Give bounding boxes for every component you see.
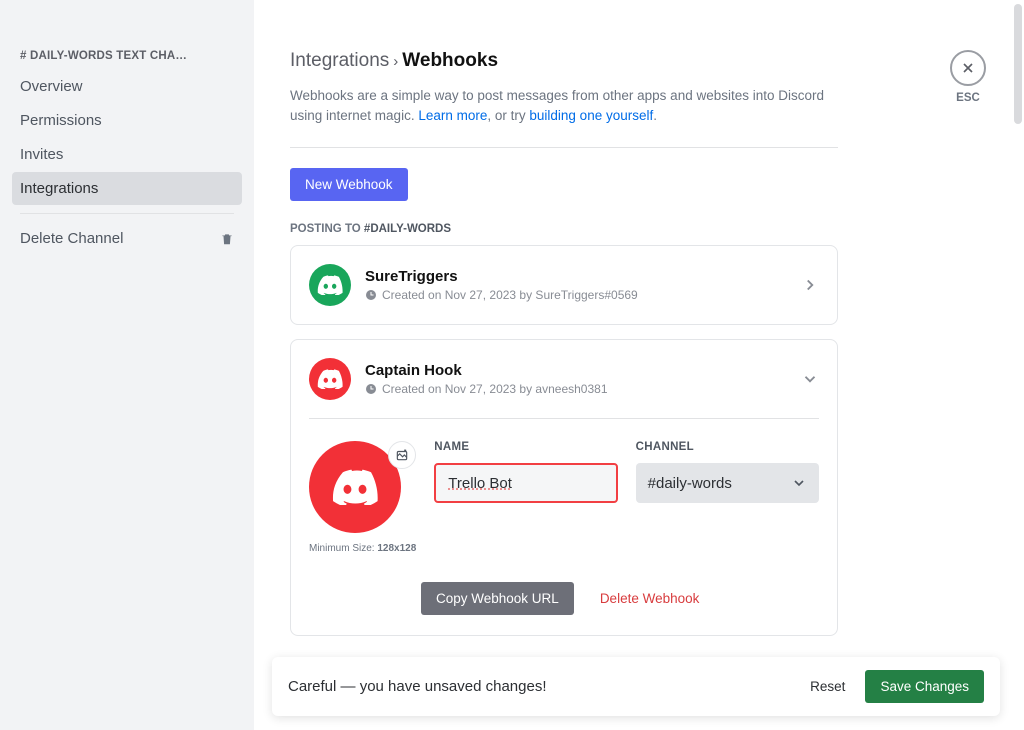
- desc-text-post: .: [653, 108, 657, 123]
- settings-sidebar: # DAILY-WORDS TEXT CHA… Overview Permiss…: [0, 0, 254, 730]
- sidebar-channel-header: # DAILY-WORDS TEXT CHA…: [12, 50, 242, 70]
- channel-select[interactable]: #daily-words: [636, 463, 819, 503]
- webhook-info: Captain Hook Created on Nov 27, 2023 by …: [365, 362, 801, 396]
- copy-webhook-url-button[interactable]: Copy Webhook URL: [421, 582, 574, 615]
- clock-icon: [365, 383, 377, 395]
- webhook-card: Captain Hook Created on Nov 27, 2023 by …: [290, 339, 838, 636]
- sidebar-item-delete-channel[interactable]: Delete Channel: [12, 222, 242, 255]
- page-description: Webhooks are a simple way to post messag…: [290, 86, 838, 125]
- webhook-meta: Created on Nov 27, 2023 by SureTriggers#…: [365, 288, 801, 302]
- unsaved-text: Careful — you have unsaved changes!: [288, 678, 547, 695]
- unsaved-changes-bar: Careful — you have unsaved changes! Rese…: [272, 657, 1000, 716]
- clock-icon: [365, 289, 377, 301]
- divider: [309, 418, 819, 419]
- webhook-edit-panel: Minimum Size: 128x128 NAME CHANNEL #dail…: [291, 418, 837, 635]
- reset-button[interactable]: Reset: [810, 679, 845, 694]
- delete-webhook-link[interactable]: Delete Webhook: [600, 591, 700, 606]
- close-icon: [960, 60, 976, 76]
- delete-channel-label: Delete Channel: [20, 230, 123, 247]
- webhook-meta-text: Created on Nov 27, 2023 by SureTriggers#…: [382, 288, 638, 302]
- breadcrumb-current: Webhooks: [402, 50, 498, 72]
- save-changes-button[interactable]: Save Changes: [865, 670, 984, 703]
- chevron-right-icon: [801, 276, 819, 294]
- webhook-avatar-uploader[interactable]: [309, 441, 416, 533]
- sidebar-item-invites[interactable]: Invites: [12, 138, 242, 171]
- webhook-card: SureTriggers Created on Nov 27, 2023 by …: [290, 245, 838, 325]
- scrollbar-thumb[interactable]: [1014, 4, 1022, 124]
- chevron-right-icon: ›: [393, 53, 398, 70]
- webhook-name: Captain Hook: [365, 362, 801, 379]
- sidebar-item-overview[interactable]: Overview: [12, 70, 242, 103]
- webhook-avatar: [309, 264, 351, 306]
- channel-field-label: CHANNEL: [636, 441, 819, 453]
- chevron-down-icon: [801, 370, 819, 388]
- webhook-row-suretriggers[interactable]: SureTriggers Created on Nov 27, 2023 by …: [291, 246, 837, 324]
- close-settings: ESC: [950, 50, 986, 104]
- chevron-down-icon: [791, 475, 807, 491]
- main-panel: Integrations › Webhooks Webhooks are a s…: [254, 0, 1024, 730]
- webhook-info: SureTriggers Created on Nov 27, 2023 by …: [365, 268, 801, 302]
- avatar-min-size: Minimum Size: 128x128: [309, 543, 416, 554]
- webhook-meta-text: Created on Nov 27, 2023 by avneesh0381: [382, 382, 608, 396]
- posting-to-label: POSTING TO #DAILY-WORDS: [290, 223, 838, 235]
- divider: [290, 147, 838, 148]
- new-webhook-button[interactable]: New Webhook: [290, 168, 408, 201]
- close-button[interactable]: [950, 50, 986, 86]
- discord-icon: [331, 469, 379, 505]
- posting-to-channel: #DAILY-WORDS: [364, 223, 451, 235]
- discord-icon: [317, 369, 343, 389]
- breadcrumb-parent[interactable]: Integrations: [290, 50, 389, 72]
- webhook-name-input[interactable]: [434, 463, 617, 503]
- build-yourself-link[interactable]: building one yourself: [529, 108, 653, 123]
- channel-select-value: #daily-words: [648, 475, 732, 492]
- posting-to-text: POSTING TO: [290, 223, 364, 235]
- upload-icon: [395, 448, 409, 462]
- webhook-row-captain-hook[interactable]: Captain Hook Created on Nov 27, 2023 by …: [291, 340, 837, 418]
- breadcrumb: Integrations › Webhooks: [290, 50, 838, 72]
- esc-label: ESC: [950, 92, 986, 104]
- trash-icon: [220, 232, 234, 246]
- sidebar-item-permissions[interactable]: Permissions: [12, 104, 242, 137]
- webhook-avatar: [309, 358, 351, 400]
- upload-image-button[interactable]: [388, 441, 416, 469]
- desc-text-mid: , or try: [487, 108, 529, 123]
- sidebar-item-integrations[interactable]: Integrations: [12, 172, 242, 205]
- sidebar-separator: [20, 213, 234, 214]
- name-field-label: NAME: [434, 441, 617, 453]
- webhook-meta: Created on Nov 27, 2023 by avneesh0381: [365, 382, 801, 396]
- learn-more-link[interactable]: Learn more: [418, 108, 487, 123]
- webhook-name: SureTriggers: [365, 268, 801, 285]
- discord-icon: [317, 275, 343, 295]
